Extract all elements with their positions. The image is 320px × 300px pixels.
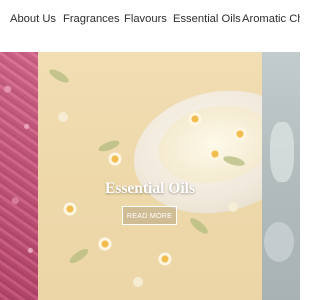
top-navigation: About Us Fragrances Flavours Essential O… [0, 0, 300, 52]
slide-title: Essential Oils [104, 180, 195, 197]
nav-item-about-us[interactable]: About Us [10, 13, 56, 25]
read-more-button[interactable]: READ MORE [122, 206, 177, 225]
hero-slider: Essential Oils READ MORE [0, 52, 300, 300]
nav-item-aromatic-chemicals[interactable]: Aromatic Che [242, 13, 300, 25]
next-slide-peek[interactable] [262, 52, 300, 300]
active-slide: Essential Oils READ MORE [38, 52, 262, 300]
slide-overlay [38, 52, 262, 300]
nav-item-essential-oils[interactable]: Essential Oils [173, 13, 241, 25]
nav-item-fragrances[interactable]: Fragrances [63, 13, 120, 25]
previous-slide-peek[interactable] [0, 52, 38, 300]
nav-item-flavours[interactable]: Flavours [124, 13, 167, 25]
